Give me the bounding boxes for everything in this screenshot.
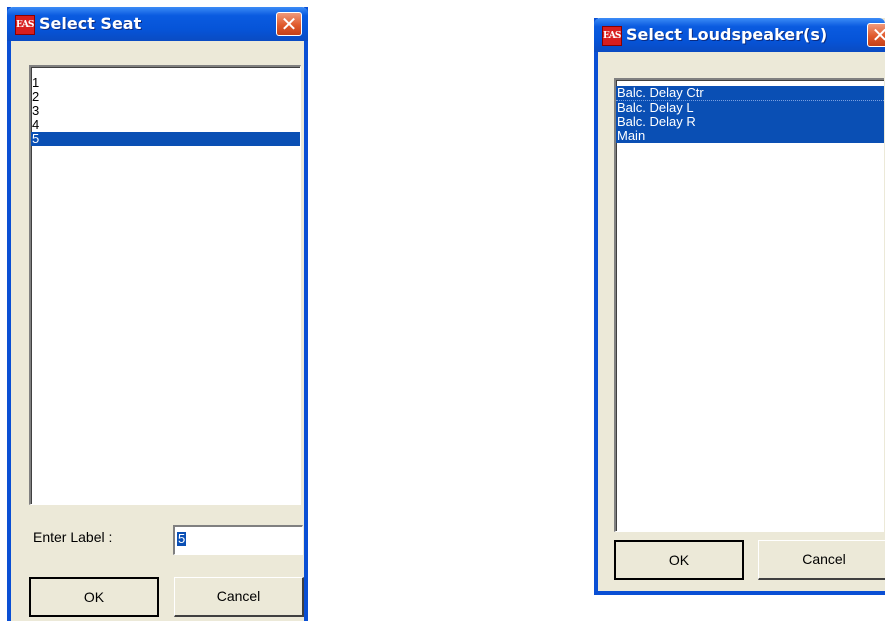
- label-input[interactable]: 5: [173, 525, 303, 555]
- seat-listbox[interactable]: 1 2 3 4 5: [29, 65, 301, 505]
- seat-dialog-titlebar[interactable]: EASE Select Seat ✕: [7, 7, 308, 41]
- seat-dialog-title: Select Seat: [39, 14, 142, 33]
- loudspeaker-list-item-selected[interactable]: Balc. Delay R: [616, 115, 884, 129]
- speaker-dialog-close-button[interactable]: ✕: [867, 23, 885, 47]
- speaker-dialog-title: Select Loudspeaker(s): [626, 25, 828, 44]
- seat-list-item[interactable]: 2: [31, 90, 300, 104]
- ease-app-icon: EASE: [15, 15, 35, 35]
- select-seat-dialog: EASE Select Seat ✕ 1 2 3 4 5 Enter Label…: [7, 7, 308, 621]
- close-icon: ✕: [280, 12, 298, 36]
- seat-list-item[interactable]: 4: [31, 118, 300, 132]
- seat-list-item[interactable]: 3: [31, 104, 300, 118]
- loudspeaker-listbox[interactable]: Balc. Delay Ctr Balc. Delay L Balc. Dela…: [614, 78, 884, 532]
- seat-dialog-close-button[interactable]: ✕: [276, 12, 302, 36]
- enter-label-prompt: Enter Label :: [33, 529, 113, 545]
- loudspeaker-ok-button[interactable]: OK: [614, 540, 744, 580]
- seat-cancel-button[interactable]: Cancel: [174, 577, 304, 617]
- select-loudspeaker-dialog: EASE Select Loudspeaker(s) ✕ Balc. Delay…: [594, 18, 885, 595]
- loudspeaker-list-item-selected[interactable]: Balc. Delay Ctr: [616, 86, 884, 101]
- loudspeaker-cancel-button[interactable]: Cancel: [758, 540, 885, 580]
- label-input-value: 5: [177, 531, 187, 546]
- ease-app-icon: EASE: [602, 26, 622, 46]
- loudspeaker-list-item-selected[interactable]: Balc. Delay L: [616, 101, 884, 115]
- speaker-dialog-titlebar[interactable]: EASE Select Loudspeaker(s) ✕: [594, 18, 885, 52]
- seat-list-item-selected[interactable]: 5: [31, 132, 300, 146]
- seat-list-item[interactable]: 1: [31, 76, 300, 90]
- loudspeaker-list-item-selected[interactable]: Main: [616, 129, 884, 143]
- close-icon: ✕: [871, 23, 885, 47]
- seat-ok-button[interactable]: OK: [29, 577, 159, 617]
